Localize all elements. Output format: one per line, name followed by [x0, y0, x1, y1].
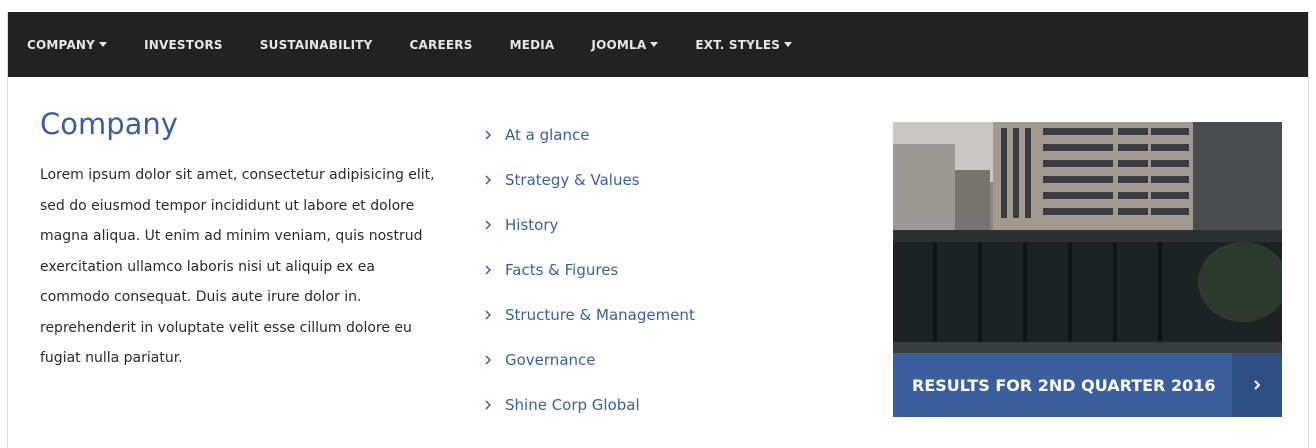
- submenu-link-strategy-values[interactable]: Strategy & Values: [483, 157, 695, 202]
- submenu-link-label: History: [505, 215, 559, 234]
- submenu-link-label: Facts & Figures: [505, 260, 619, 279]
- chevron-right-icon: [485, 129, 492, 140]
- nav-item-company[interactable]: COMPANY: [27, 37, 108, 52]
- submenu-link-facts-figures[interactable]: Facts & Figures: [483, 247, 695, 292]
- chevron-right-icon: [485, 399, 492, 410]
- nav-item-label: INVESTORS: [144, 37, 223, 52]
- chevron-right-icon: [485, 219, 492, 230]
- chevron-right-icon: [485, 174, 492, 185]
- nav-item-label: COMPANY: [27, 37, 96, 52]
- nav-item-label: MEDIA: [509, 37, 555, 52]
- submenu-link-label: At a glance: [505, 125, 590, 144]
- chevron-right-icon: [485, 354, 492, 365]
- city-buildings-image: [893, 122, 1282, 353]
- submenu-link-history[interactable]: History: [483, 202, 695, 247]
- nav-item-label: EXT. STYLES: [695, 37, 781, 52]
- submenu-link-label: Structure & Management: [505, 305, 695, 324]
- caret-down-icon: [784, 42, 793, 47]
- nav-item-label: JOOMLA: [591, 37, 647, 52]
- nav-item-sustainability[interactable]: SUSTAINABILITY: [260, 38, 373, 52]
- chevron-right-icon: [485, 264, 492, 275]
- submenu-link-shine-corp-global[interactable]: Shine Corp Global: [483, 382, 695, 427]
- submenu-link-at-a-glance[interactable]: At a glance: [483, 112, 695, 157]
- promo-arrow-button[interactable]: [1232, 353, 1282, 417]
- promo-banner[interactable]: RESULTS FOR 2ND QUARTER 2016: [893, 353, 1282, 417]
- submenu-link-label: Strategy & Values: [505, 170, 640, 189]
- section-title: Company: [40, 107, 178, 141]
- submenu-link-label: Shine Corp Global: [505, 395, 640, 414]
- company-description: Lorem ipsum dolor sit amet, consectetur …: [40, 167, 435, 366]
- nav-item-label: SUSTAINABILITY: [259, 37, 373, 52]
- nav-item-ext-styles[interactable]: EXT. STYLES: [695, 37, 793, 52]
- nav-item-investors[interactable]: INVESTORS: [144, 38, 223, 52]
- chevron-right-icon: [1254, 380, 1261, 390]
- nav-item-careers[interactable]: CAREERS: [410, 38, 473, 52]
- submenu-link-governance[interactable]: Governance: [483, 337, 695, 382]
- promo-card[interactable]: RESULTS FOR 2ND QUARTER 2016: [893, 122, 1282, 417]
- main-navbar: COMPANY INVESTORS SUSTAINABILITY CAREERS…: [8, 12, 1308, 77]
- submenu-link-structure-management[interactable]: Structure & Management: [483, 292, 695, 337]
- submenu-links: At a glance Strategy & Values History Fa…: [483, 112, 695, 427]
- caret-down-icon: [650, 42, 659, 47]
- nav-item-media[interactable]: MEDIA: [510, 38, 555, 52]
- promo-label: RESULTS FOR 2ND QUARTER 2016: [912, 375, 1216, 395]
- caret-down-icon: [99, 42, 108, 47]
- chevron-right-icon: [485, 309, 492, 320]
- nav-item-label: CAREERS: [409, 37, 473, 52]
- submenu-link-label: Governance: [505, 350, 596, 369]
- mega-menu-frame: COMPANY INVESTORS SUSTAINABILITY CAREERS…: [7, 12, 1309, 448]
- nav-item-joomla[interactable]: JOOMLA: [591, 37, 659, 52]
